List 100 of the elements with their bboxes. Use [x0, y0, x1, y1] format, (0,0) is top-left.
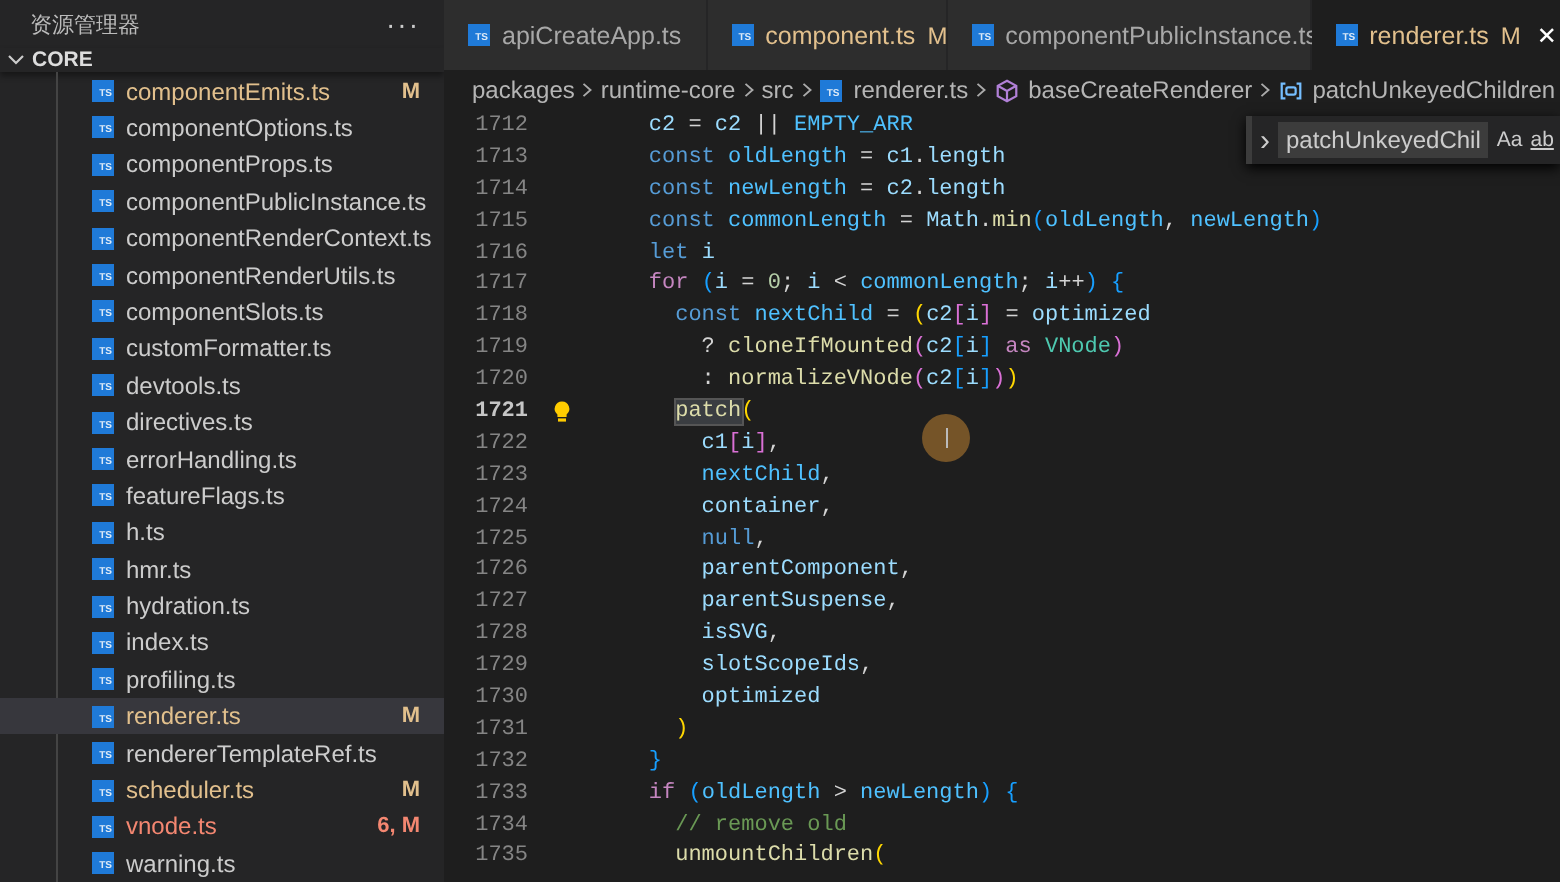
- line-number: 1720: [473, 368, 528, 393]
- code-line: optimized: [699, 685, 821, 710]
- code-line: unmountChildren(: [673, 844, 887, 869]
- tab-status: M: [1500, 21, 1521, 49]
- file-name: componentProps.ts: [126, 150, 335, 179]
- whole-word-button[interactable]: ab: [1530, 128, 1554, 152]
- line-number: 1731: [473, 717, 528, 742]
- chevron-icon: [1258, 80, 1273, 100]
- line-number: 1729: [473, 654, 528, 679]
- code-line: parentSuspense,: [699, 590, 900, 615]
- find-input[interactable]: patchUnkeyedChil: [1278, 122, 1489, 158]
- file-name: directives.ts: [126, 408, 255, 437]
- lightbulb-icon[interactable]: [552, 399, 572, 424]
- file-name: h.ts: [126, 518, 167, 547]
- line-number: 1722: [473, 431, 528, 456]
- file-name: componentOptions.ts: [126, 113, 355, 142]
- line-number: 1728: [473, 622, 528, 647]
- code-line: const newLength = c2.length: [646, 177, 1006, 202]
- code-line: null,: [699, 527, 768, 552]
- line-number: 1727: [473, 590, 528, 615]
- line-number: 1725: [473, 527, 528, 552]
- line-number: 1721: [473, 399, 528, 424]
- file-name: vnode.ts: [126, 812, 219, 841]
- file-name: profiling.ts: [126, 665, 238, 694]
- chevron-icon: [580, 80, 595, 100]
- mouse-cursor-highlight: [922, 414, 970, 462]
- line-number: 1730: [473, 685, 528, 710]
- code-line: ): [673, 717, 689, 742]
- code-line: container,: [699, 495, 834, 520]
- file-name: featureFlags.ts: [126, 481, 287, 510]
- line-number: 1719: [473, 336, 528, 361]
- line-number: 1733: [473, 781, 528, 806]
- breadcrumb-item[interactable]: baseCreateRenderer: [994, 76, 1253, 104]
- section-header[interactable]: CORE: [0, 48, 444, 73]
- file-name: index.ts: [126, 628, 211, 657]
- line-number: 1734: [473, 813, 528, 838]
- variable-icon: [1278, 77, 1305, 103]
- code-line: isSVG,: [699, 622, 781, 647]
- tab-label: renderer.ts: [1369, 21, 1489, 49]
- match-case-button[interactable]: Aa: [1496, 128, 1523, 152]
- code-line: patch(: [673, 399, 755, 424]
- file-name: componentPublicInstance.ts: [126, 187, 427, 216]
- code-line: c2 = c2 || EMPTY_ARR: [646, 113, 913, 138]
- file-name: rendererTemplateRef.ts: [126, 739, 379, 768]
- code-line: nextChild,: [699, 463, 834, 488]
- breadcrumb-item[interactable]: src: [761, 76, 794, 104]
- line-number: 1717: [473, 272, 528, 297]
- code-line: : normalizeVNode(c2[i])): [699, 368, 1019, 393]
- line-number: 1713: [473, 145, 528, 170]
- line-number: 1724: [473, 495, 528, 520]
- file-name: renderer.ts: [126, 702, 243, 731]
- file-name: customFormatter.ts: [126, 334, 334, 363]
- breadcrumb-item[interactable]: runtime-core: [600, 76, 736, 104]
- line-number: 1715: [473, 209, 528, 234]
- file-name: scheduler.ts: [126, 776, 257, 805]
- line-number: 1726: [473, 558, 528, 583]
- code-line: const nextChild = (c2[i] = optimized: [673, 304, 1151, 329]
- line-number: 1723: [473, 463, 528, 488]
- file-name: componentEmits.ts: [126, 77, 333, 106]
- file-name: warning.ts: [126, 849, 238, 878]
- cube-icon: [994, 77, 1021, 103]
- breadcrumb-item[interactable]: packages: [472, 76, 575, 104]
- code-line: // remove old: [673, 813, 847, 838]
- file-name: devtools.ts: [126, 371, 243, 400]
- code-line: if (oldLength > newLength) {: [646, 781, 1019, 806]
- file-name: componentRenderContext.ts: [126, 224, 432, 253]
- line-number: 1732: [473, 749, 528, 774]
- chevron-icon: [741, 80, 756, 100]
- file-name: hydration.ts: [126, 592, 253, 621]
- code-line: c1[i],: [699, 431, 781, 456]
- file-name: componentRenderUtils.ts: [126, 261, 398, 290]
- code-line: for (i = 0; i < commonLength; i++) {: [646, 272, 1125, 297]
- code-line: parentComponent,: [699, 558, 913, 583]
- file-name: componentSlots.ts: [126, 297, 326, 326]
- line-number: 1714: [473, 177, 528, 202]
- file-status: M: [401, 79, 420, 104]
- more-actions-button[interactable]: ···: [386, 8, 420, 41]
- explorer-title: 资源管理器: [30, 11, 140, 40]
- file-status: 6, M: [377, 814, 420, 839]
- code-line: let i: [646, 241, 715, 265]
- file-status: M: [401, 778, 420, 803]
- close-button[interactable]: ✕: [1536, 21, 1557, 49]
- tab-status: M: [927, 21, 948, 49]
- toggle-replace-button[interactable]: ›: [1260, 123, 1270, 157]
- line-number: 1712: [473, 113, 528, 138]
- tab-label: apiCreateApp.ts: [502, 21, 682, 49]
- tab-label: component.ts: [765, 21, 916, 49]
- chevron-icon: [974, 80, 989, 100]
- file-name: hmr.ts: [126, 555, 194, 584]
- code-line: slotScopeIds,: [699, 654, 874, 679]
- line-number: 1718: [473, 304, 528, 329]
- file-name: errorHandling.ts: [126, 445, 299, 473]
- line-number: 1735: [473, 844, 528, 869]
- code-line: ? cloneIfMounted(c2[i] as VNode): [699, 336, 1125, 361]
- file-status: M: [401, 704, 420, 729]
- code-line: const oldLength = c1.length: [646, 145, 1006, 170]
- breadcrumb-item[interactable]: patchUnkeyedChildren: [1278, 76, 1556, 104]
- chevron-icon: [799, 80, 814, 100]
- code-line: }: [646, 749, 663, 774]
- code-line: const commonLength = Math.min(oldLength, newLength): [646, 209, 1323, 234]
